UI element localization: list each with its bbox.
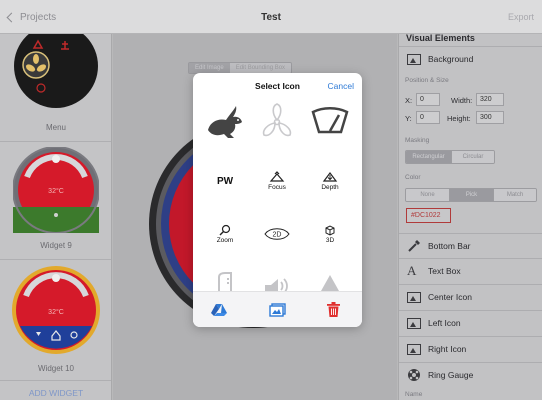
masking-segmented-control: Rectangular Circular [405,150,495,164]
element-row-bottom-bar[interactable]: Bottom Bar [399,233,542,258]
export-button[interactable]: Export [508,12,534,22]
text-icon: A [407,263,417,278]
drive-icon[interactable] [211,303,227,319]
eyedropper-icon [408,240,420,252]
element-label: Center Icon [428,292,472,302]
zoom-icon[interactable]: Zoom [199,211,251,257]
masking-circular[interactable]: Circular [452,151,494,163]
element-label: Background [428,54,474,64]
element-label: Bottom Bar [428,241,471,251]
pw-icon[interactable]: PW [199,158,251,204]
3d-label: 3D [325,237,335,244]
divider [0,380,111,381]
focus-label: Focus [268,184,286,191]
gauge-icon [408,369,420,381]
divider [0,259,111,260]
element-label: Left Icon [428,318,461,328]
widget-sidebar: Menu 32°C Widget 9 32°C Widget 10 ADD WI… [0,34,112,400]
widget-label: Widget 10 [37,364,75,373]
element-row-ring-gauge[interactable]: Ring Gauge [399,362,542,387]
panel-title: Visual Elements [406,34,475,43]
width-field[interactable]: 320 [476,93,504,106]
color-pick[interactable]: Pick [450,189,494,201]
widget-label: Widget 9 [40,241,72,250]
widget-thumbnail-menu[interactable] [14,34,98,108]
element-label: Text Box [428,266,461,276]
photos-icon[interactable] [269,303,286,319]
image-icon [407,291,421,303]
element-row-left-icon[interactable]: Left Icon [399,310,542,335]
x-label: X: [405,96,413,105]
cancel-button[interactable]: Cancel [328,81,354,91]
icon-source-toolbar [193,291,362,327]
depth-label: Depth [321,184,339,191]
drive-glyph [211,304,227,316]
inspector-panel: Visual Elements Background Position & Si… [398,34,542,400]
color-match[interactable]: Match [494,189,536,201]
widget-temp: 32°C [48,308,64,316]
page-title: Test [261,12,281,23]
fan-glyph [262,103,292,137]
y-label: Y: [405,114,412,123]
depth-icon[interactable]: Depth [304,158,356,204]
2d-glyph: 2D [264,228,290,240]
widget-temp: 32°C [48,187,64,195]
fan-icon[interactable] [251,99,303,145]
widget-thumbnail-9[interactable]: 32°C [12,146,100,234]
element-row-center-icon[interactable]: Center Icon [399,284,542,309]
widget-thumbnail-10[interactable]: 32°C [12,266,100,354]
x-field[interactable]: 0 [416,93,440,106]
add-widget-button[interactable]: ADD WIDGET [0,388,111,398]
width-label: Width: [451,96,473,105]
color-segmented-control: None Pick Match [405,188,537,202]
masking-caption: Masking [405,137,430,144]
photos-glyph [269,303,286,317]
color-hex-field[interactable]: #DC1022 [406,208,451,223]
focus-icon[interactable]: Focus [251,158,303,204]
trash-icon[interactable] [327,302,340,319]
2d-icon[interactable]: 2D [251,211,303,257]
widget-label: Menu [45,123,66,132]
image-icon [407,317,421,329]
menu-widget-preview [14,34,98,108]
pw-label: PW [216,175,234,187]
widget-10-preview: 32°C [12,266,100,354]
element-row-background[interactable]: Background [399,46,542,71]
select-icon-modal: Select Icon Cancel PW Focus Depth Zoom 2… [193,73,362,327]
triangle-glyph [321,275,339,291]
image-icon [407,343,421,355]
position-size-caption: Position & Size [405,77,449,84]
height-label: Height: [447,114,471,123]
name-caption: Name [405,391,423,398]
zoom-label: Zoom [216,237,234,244]
wiper-glyph [311,107,349,134]
color-none[interactable]: None [406,189,450,201]
divider [0,141,111,142]
door-glyph [218,272,232,293]
element-row-text-box[interactable]: A Text Box [399,258,542,283]
magnifier-glyph [219,224,231,236]
cube-glyph [325,225,335,236]
element-label: Ring Gauge [428,370,474,380]
wiper-icon[interactable] [304,99,356,145]
element-row-right-icon[interactable]: Right Icon [399,336,542,361]
y-field[interactable]: 0 [416,111,440,124]
3d-icon[interactable]: 3D [304,211,356,257]
color-caption: Color [405,174,421,181]
masking-rectangular[interactable]: Rectangular [406,151,452,163]
depth-glyph [322,172,338,182]
image-icon [407,53,421,65]
trash-glyph [327,302,340,317]
height-field[interactable]: 300 [476,111,504,124]
focus-glyph [269,171,285,182]
speaker-glyph [265,278,288,293]
rabbit-glyph [208,106,242,138]
rabbit-icon[interactable] [199,99,251,145]
widget-9-preview: 32°C [12,146,100,234]
element-label: Right Icon [428,344,467,354]
navigation-bar: Projects Test Export [0,0,542,34]
2d-label: 2D [273,232,282,239]
